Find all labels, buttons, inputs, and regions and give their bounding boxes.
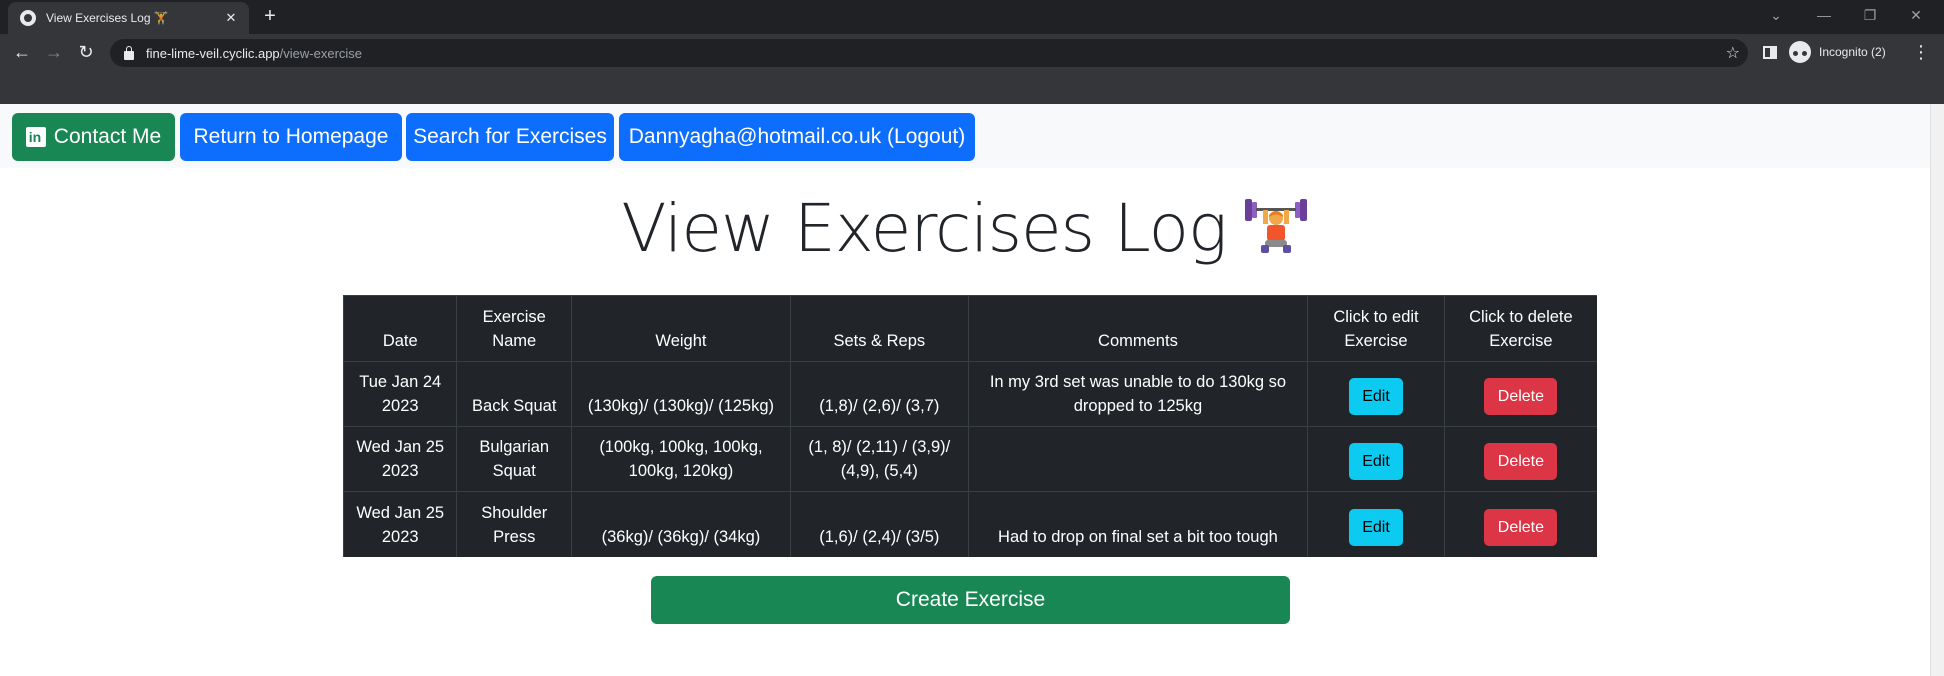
table-row: Tue Jan 24 2023 Back Squat (130kg)/ (130…	[342, 361, 1597, 427]
forward-icon[interactable]: →	[42, 40, 66, 64]
delete-button[interactable]: Delete	[1484, 443, 1558, 480]
browser-toolbar: ← → ↻ fine-lime-veil.cyclic.app /view-ex…	[0, 34, 1944, 70]
linkedin-glyph: in	[28, 129, 42, 145]
side-panel-icon[interactable]	[1763, 46, 1777, 59]
cell-exercise-name: Back Squat	[456, 361, 572, 427]
header-delete: Click to delete Exercise	[1443, 295, 1597, 362]
cell-weight: (130kg)/ (130kg)/ (125kg)	[570, 361, 791, 427]
cell-date: Wed Jan 25 2023	[342, 491, 457, 557]
minimize-icon[interactable]: —	[1806, 3, 1842, 27]
tab-search-icon[interactable]: ⌄	[1758, 3, 1794, 27]
cell-exercise-name: Shoulder Press	[456, 491, 572, 557]
cell-weight: (36kg)/ (36kg)/ (34kg)	[570, 491, 791, 557]
cell-delete: Delete	[1443, 426, 1597, 492]
cell-edit: Edit	[1307, 361, 1445, 427]
contact-me-button[interactable]: in Contact Me	[12, 113, 175, 161]
cell-sets-reps: (1,6)/ (2,4)/ (3/5)	[789, 491, 969, 557]
window-close-icon[interactable]: ✕	[1898, 3, 1934, 27]
cell-comments: In my 3rd set was unable to do 130kg so …	[967, 361, 1308, 427]
exercise-log-table: Date Exercise Name Weight Sets & Reps Co…	[342, 295, 1597, 557]
header-sets-reps: Sets & Reps	[789, 295, 969, 362]
url-path: /view-exercise	[279, 45, 363, 61]
restore-icon[interactable]: ❐	[1852, 3, 1888, 27]
header-weight: Weight	[570, 295, 791, 362]
cell-weight: (100kg, 100kg, 100kg, 100kg, 120kg)	[570, 426, 791, 492]
logout-button[interactable]: Dannyagha@hotmail.co.uk (Logout)	[619, 113, 975, 161]
cell-edit: Edit	[1307, 491, 1445, 557]
browser-tab[interactable]: View Exercises Log 🏋 ✕	[8, 2, 249, 34]
close-icon[interactable]: ✕	[223, 10, 239, 26]
globe-icon	[20, 10, 36, 26]
cell-delete: Delete	[1443, 361, 1597, 427]
linkedin-icon: in	[25, 127, 46, 147]
incognito-icon	[1789, 41, 1811, 63]
cell-date: Tue Jan 24 2023	[342, 361, 457, 427]
more-menu-icon[interactable]: ⋮	[1912, 40, 1930, 64]
header-edit: Click to edit Exercise	[1307, 295, 1445, 362]
create-exercise-button[interactable]: Create Exercise	[651, 576, 1290, 624]
reload-icon[interactable]: ↻	[74, 40, 98, 64]
address-bar[interactable]: fine-lime-veil.cyclic.app /view-exercise…	[110, 39, 1748, 67]
new-tab-icon[interactable]: +	[258, 5, 282, 29]
header-comments: Comments	[967, 295, 1308, 362]
bookmark-star-icon[interactable]: ☆	[1726, 43, 1740, 63]
return-home-button[interactable]: Return to Homepage	[180, 113, 402, 161]
url-host: fine-lime-veil.cyclic.app	[146, 45, 280, 61]
tab-title: View Exercises Log 🏋	[46, 11, 169, 25]
delete-button[interactable]: Delete	[1484, 378, 1558, 415]
cell-exercise-name: Bulgarian Squat	[456, 426, 572, 492]
edit-button[interactable]: Edit	[1348, 378, 1403, 415]
search-exercises-button[interactable]: Search for Exercises	[406, 113, 614, 161]
cell-comments	[967, 426, 1308, 492]
back-icon[interactable]: ←	[10, 40, 34, 64]
incognito-badge[interactable]: Incognito (2)	[1789, 40, 1886, 64]
cell-comments: Had to drop on final set a bit too tough	[967, 491, 1308, 557]
page-header: View Exercises Log	[0, 190, 1930, 267]
browser-toolbar-extension	[0, 70, 1944, 104]
cell-date: Wed Jan 25 2023	[342, 426, 457, 492]
delete-button[interactable]: Delete	[1484, 508, 1558, 546]
edit-button[interactable]: Edit	[1348, 443, 1403, 480]
page-title: View Exercises Log	[621, 190, 1227, 267]
top-nav: in Contact Me Return to Homepage Search …	[0, 104, 1930, 168]
cell-edit: Edit	[1307, 426, 1445, 492]
table-row: Wed Jan 25 2023 Shoulder Press (36kg)/ (…	[342, 491, 1597, 557]
cell-sets-reps: (1, 8)/ (2,11) / (3,9)/ (4,9), (5,4)	[789, 426, 969, 492]
table-header-row: Date Exercise Name Weight Sets & Reps Co…	[342, 295, 1597, 362]
lock-icon[interactable]	[124, 45, 134, 60]
weightlifter-icon	[1243, 191, 1309, 262]
incognito-label: Incognito (2)	[1819, 45, 1886, 59]
cell-sets-reps: (1,8)/ (2,6)/ (3,7)	[789, 361, 969, 427]
browser-tabbar: View Exercises Log 🏋 ✕ + ⌄ — ❐ ✕	[0, 0, 1944, 34]
header-exercise-name: Exercise Name	[456, 295, 572, 362]
header-date: Date	[342, 295, 457, 362]
page-content: in Contact Me Return to Homepage Search …	[0, 104, 1944, 676]
edit-button[interactable]: Edit	[1348, 508, 1403, 546]
contact-me-label: Contact Me	[53, 125, 162, 148]
table-row: Wed Jan 25 2023 Bulgarian Squat (100kg, …	[342, 426, 1597, 492]
cell-delete: Delete	[1443, 491, 1597, 557]
page-scrollbar[interactable]	[1930, 104, 1944, 676]
